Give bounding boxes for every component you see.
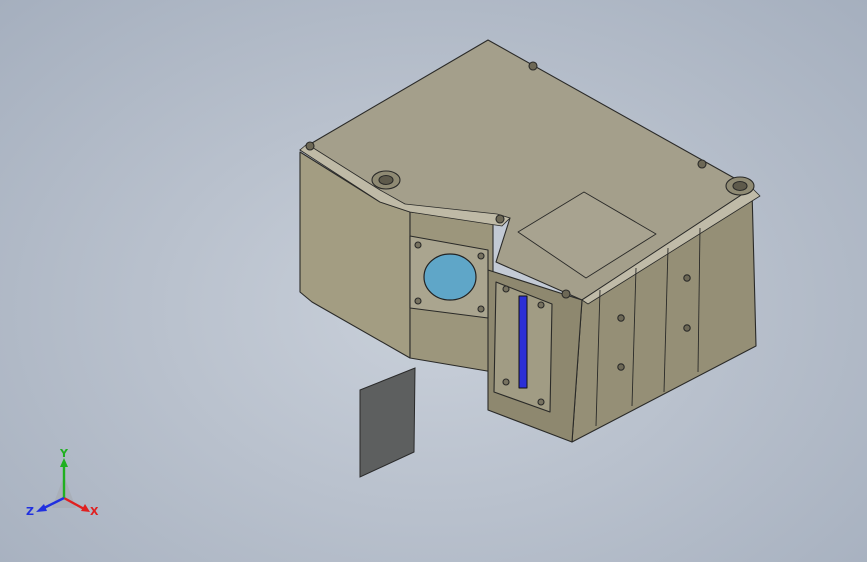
screw-icon	[414, 241, 422, 249]
model-3d-scene[interactable]	[0, 0, 867, 562]
screw-icon	[697, 159, 707, 169]
y-axis-label: Y	[59, 448, 69, 460]
z-axis-label: Z	[26, 505, 34, 518]
mounting-hole-icon	[378, 174, 394, 186]
screw-icon	[502, 285, 510, 293]
screw-icon	[502, 378, 510, 386]
screw-icon	[617, 314, 625, 322]
screw-icon	[537, 398, 545, 406]
screw-icon	[495, 214, 505, 224]
screw-icon	[305, 141, 315, 151]
z-axis-arrow-icon	[36, 504, 47, 512]
screw-icon	[414, 297, 422, 305]
screw-icon	[528, 61, 538, 71]
indicator-slot	[518, 295, 528, 389]
screw-icon	[683, 324, 691, 332]
axis-triad[interactable]: X Y Z	[24, 448, 108, 524]
screw-icon	[477, 305, 485, 313]
screw-icon	[561, 289, 571, 299]
screw-icon	[537, 301, 545, 309]
screw-icon	[617, 363, 625, 371]
sensor-housing-model[interactable]	[299, 39, 761, 443]
reference-plane[interactable]	[359, 367, 416, 478]
x-axis-label: X	[90, 505, 99, 518]
cad-viewport[interactable]: X Y Z	[0, 0, 867, 562]
lens-icon	[423, 253, 477, 301]
screw-icon	[683, 274, 691, 282]
mounting-hole-icon	[732, 180, 748, 192]
screw-icon	[477, 252, 485, 260]
